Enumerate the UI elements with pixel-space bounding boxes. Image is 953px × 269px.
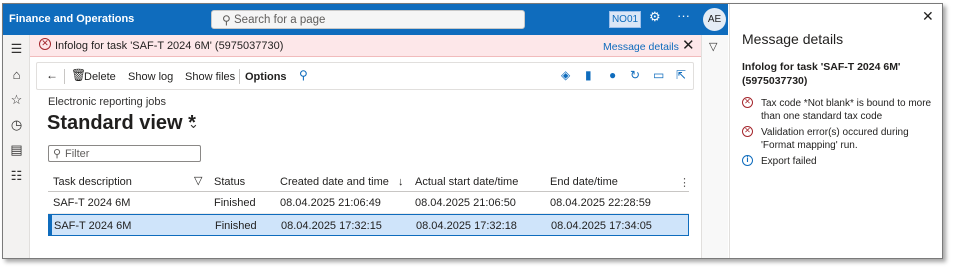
search-icon: ⚲ xyxy=(222,13,231,27)
cell-task: SAF-T 2024 6M xyxy=(53,197,131,209)
separator xyxy=(239,69,240,84)
left-navigation: ☰ ⌂ ☆ ◷ ▤ ☷ xyxy=(3,35,30,258)
error-icon: ✕ xyxy=(39,38,51,50)
table-row[interactable]: SAF-T 2024 6M Finished 08.04.2025 21:06:… xyxy=(48,192,689,214)
column-header-created[interactable]: Created date and time xyxy=(280,176,389,188)
comment-icon[interactable]: ▭ xyxy=(653,68,664,82)
panel-title: Message details xyxy=(742,31,844,47)
search-box[interactable]: ⚲ Search for a page xyxy=(211,10,525,29)
cell-start: 08.04.2025 17:32:18 xyxy=(416,220,517,232)
power-apps-icon[interactable]: ◈ xyxy=(561,68,570,82)
app-title[interactable]: Finance and Operations xyxy=(9,13,134,25)
show-log-button[interactable]: Show log xyxy=(128,71,173,83)
hamburger-menu-icon[interactable]: ☰ xyxy=(3,41,30,57)
cell-created: 08.04.2025 21:06:49 xyxy=(280,197,381,209)
top-bar: Finance and Operations ⚲ Search for a pa… xyxy=(3,4,728,35)
office-icon[interactable]: ▮ xyxy=(585,68,592,82)
settings-icon[interactable]: ⚙ xyxy=(649,9,661,25)
message-details-panel: ✕ Message details Infolog for task 'SAF-… xyxy=(729,4,942,258)
cell-status: Finished xyxy=(214,197,256,209)
message-details-link[interactable]: Message details xyxy=(603,41,679,53)
favorites-star-icon[interactable]: ☆ xyxy=(3,92,30,108)
filter-input[interactable]: ⚲ Filter xyxy=(48,145,201,162)
column-header-actual-start[interactable]: Actual start date/time xyxy=(415,176,518,188)
cell-end: 08.04.2025 22:28:59 xyxy=(550,197,651,209)
filter-placeholder: Filter xyxy=(65,148,90,160)
options-tab[interactable]: Options xyxy=(245,71,287,83)
cell-end: 08.04.2025 17:34:05 xyxy=(551,220,652,232)
cell-status: Finished xyxy=(215,220,257,232)
open-new-window-icon[interactable]: ⇱ xyxy=(676,68,686,82)
search-placeholder: Search for a page xyxy=(234,14,326,26)
search-icon: ⚲ xyxy=(53,148,62,160)
separator xyxy=(64,69,65,84)
modules-list-icon[interactable]: ☷ xyxy=(3,168,30,184)
delete-button[interactable]: Delete xyxy=(84,71,116,83)
back-arrow-icon[interactable]: ← xyxy=(46,68,58,82)
infolog-bar: ✕ Infolog for task 'SAF-T 2024 6M' (5975… xyxy=(30,35,701,57)
chevron-down-icon[interactable]: ⌄ xyxy=(188,116,199,132)
notifications-badge-icon[interactable]: ● xyxy=(609,68,616,82)
breadcrumb: Electronic reporting jobs xyxy=(48,96,167,108)
cell-created: 08.04.2025 17:32:15 xyxy=(281,220,382,232)
message-text: Tax code *Not blank* is bound to more th… xyxy=(761,98,932,122)
cell-start: 08.04.2025 21:06:50 xyxy=(415,197,516,209)
selection-indicator xyxy=(49,215,52,235)
column-options-icon[interactable]: ⋮ xyxy=(679,176,690,189)
infolog-message: Infolog for task 'SAF-T 2024 6M' (597503… xyxy=(55,40,284,52)
error-icon: ✕ xyxy=(742,97,753,108)
close-icon[interactable]: ✕ xyxy=(922,8,934,25)
app-window: Finance and Operations ⚲ Search for a pa… xyxy=(2,3,943,259)
search-icon[interactable]: ⚲ xyxy=(299,68,308,82)
home-icon[interactable]: ⌂ xyxy=(3,67,30,82)
workspaces-icon[interactable]: ▤ xyxy=(3,142,30,158)
column-header-task-description[interactable]: Task description xyxy=(53,176,132,188)
action-pane: ← 🗑 Delete Show log Show files Options ⚲… xyxy=(36,62,694,90)
column-header-end[interactable]: End date/time xyxy=(550,176,618,188)
error-icon: ✕ xyxy=(742,126,753,137)
filter-pane-toggle[interactable]: ▽ xyxy=(701,35,728,258)
cell-task: SAF-T 2024 6M xyxy=(54,220,132,232)
more-options-icon[interactable]: ··· xyxy=(677,8,690,23)
filter-funnel-icon: ▽ xyxy=(709,41,718,53)
table-row-selected[interactable]: SAF-T 2024 6M Finished 08.04.2025 17:32:… xyxy=(48,214,689,236)
company-picker[interactable]: NO01 xyxy=(609,11,641,28)
refresh-icon[interactable]: ↻ xyxy=(630,68,640,82)
close-icon[interactable]: ✕ xyxy=(682,36,695,54)
avatar[interactable]: AE xyxy=(703,8,726,31)
panel-subtitle: Infolog for task 'SAF-T 2024 6M' (597503… xyxy=(742,61,901,87)
page-title[interactable]: Standard view * xyxy=(47,112,196,135)
message-text: Validation error(s) occured during 'Form… xyxy=(761,127,909,151)
show-files-button[interactable]: Show files xyxy=(185,71,235,83)
sort-arrow-icon[interactable]: ↓ xyxy=(398,176,404,188)
message-text: Export failed xyxy=(761,156,817,167)
info-icon: i xyxy=(742,155,753,166)
column-filter-funnel-icon[interactable]: ▽ xyxy=(194,174,202,187)
column-header-status[interactable]: Status xyxy=(214,176,245,188)
recent-clock-icon[interactable]: ◷ xyxy=(3,117,30,133)
grid-header: Task description ▽ Status Created date a… xyxy=(48,170,690,192)
